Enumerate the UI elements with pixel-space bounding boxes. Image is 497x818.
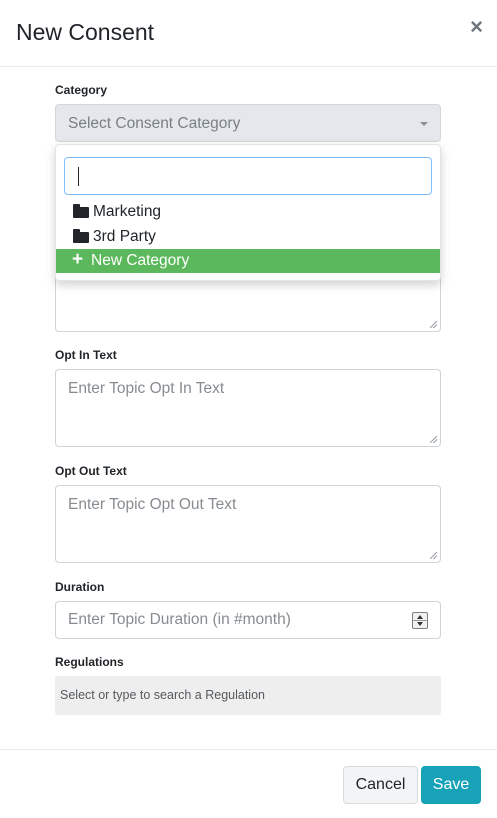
dropdown-option-label: 3rd Party	[93, 228, 156, 245]
close-icon[interactable]: ×	[470, 16, 483, 38]
number-spinner[interactable]	[412, 612, 428, 629]
regulations-label: Regulations	[55, 655, 124, 669]
dropdown-option-label: New Category	[91, 252, 190, 269]
folder-icon	[73, 229, 89, 243]
dropdown-option-label: Marketing	[93, 203, 162, 220]
chevron-down-icon	[420, 122, 428, 126]
regulations-placeholder: Select or type to search a Regulation	[60, 688, 265, 702]
modal-title: New Consent	[16, 19, 155, 45]
opt-out-placeholder: Enter Topic Opt Out Text	[68, 496, 237, 513]
regulations-input[interactable]: Select or type to search a Regulation	[55, 676, 441, 715]
resize-handle-icon[interactable]	[430, 321, 437, 328]
duration-label: Duration	[55, 580, 105, 594]
dropdown-option-3rd-party[interactable]: 3rd Party	[56, 225, 440, 249]
spinner-up-icon[interactable]	[417, 615, 423, 619]
plus-icon: +	[72, 249, 84, 270]
save-button[interactable]: Save	[421, 766, 481, 804]
modal-header: New Consent ×	[0, 0, 497, 67]
folder-icon	[73, 204, 89, 218]
category-search-input[interactable]	[64, 157, 432, 195]
spinner-down-icon[interactable]	[417, 622, 423, 626]
dropdown-option-new-category[interactable]: + New Category	[56, 249, 440, 273]
opt-in-placeholder: Enter Topic Opt In Text	[68, 380, 225, 397]
category-select-placeholder: Select Consent Category	[68, 115, 241, 132]
duration-input[interactable]: Enter Topic Duration (in #month)	[55, 601, 441, 639]
category-select[interactable]: Select Consent Category	[55, 104, 441, 142]
opt-in-textarea[interactable]: Enter Topic Opt In Text	[55, 369, 441, 447]
dropdown-option-marketing[interactable]: Marketing	[56, 200, 440, 224]
resize-handle-icon[interactable]	[430, 552, 437, 559]
opt-in-label: Opt In Text	[55, 348, 117, 362]
category-label: Category	[55, 83, 108, 97]
category-dropdown: Marketing 3rd Party + New Category	[55, 144, 441, 281]
opt-out-label: Opt Out Text	[55, 464, 127, 478]
text-cursor	[78, 167, 79, 186]
spinner-divider	[413, 620, 427, 621]
opt-out-textarea[interactable]: Enter Topic Opt Out Text	[55, 485, 441, 563]
cancel-button[interactable]: Cancel	[343, 766, 418, 804]
resize-handle-icon[interactable]	[430, 436, 437, 443]
duration-placeholder: Enter Topic Duration (in #month)	[68, 611, 291, 628]
